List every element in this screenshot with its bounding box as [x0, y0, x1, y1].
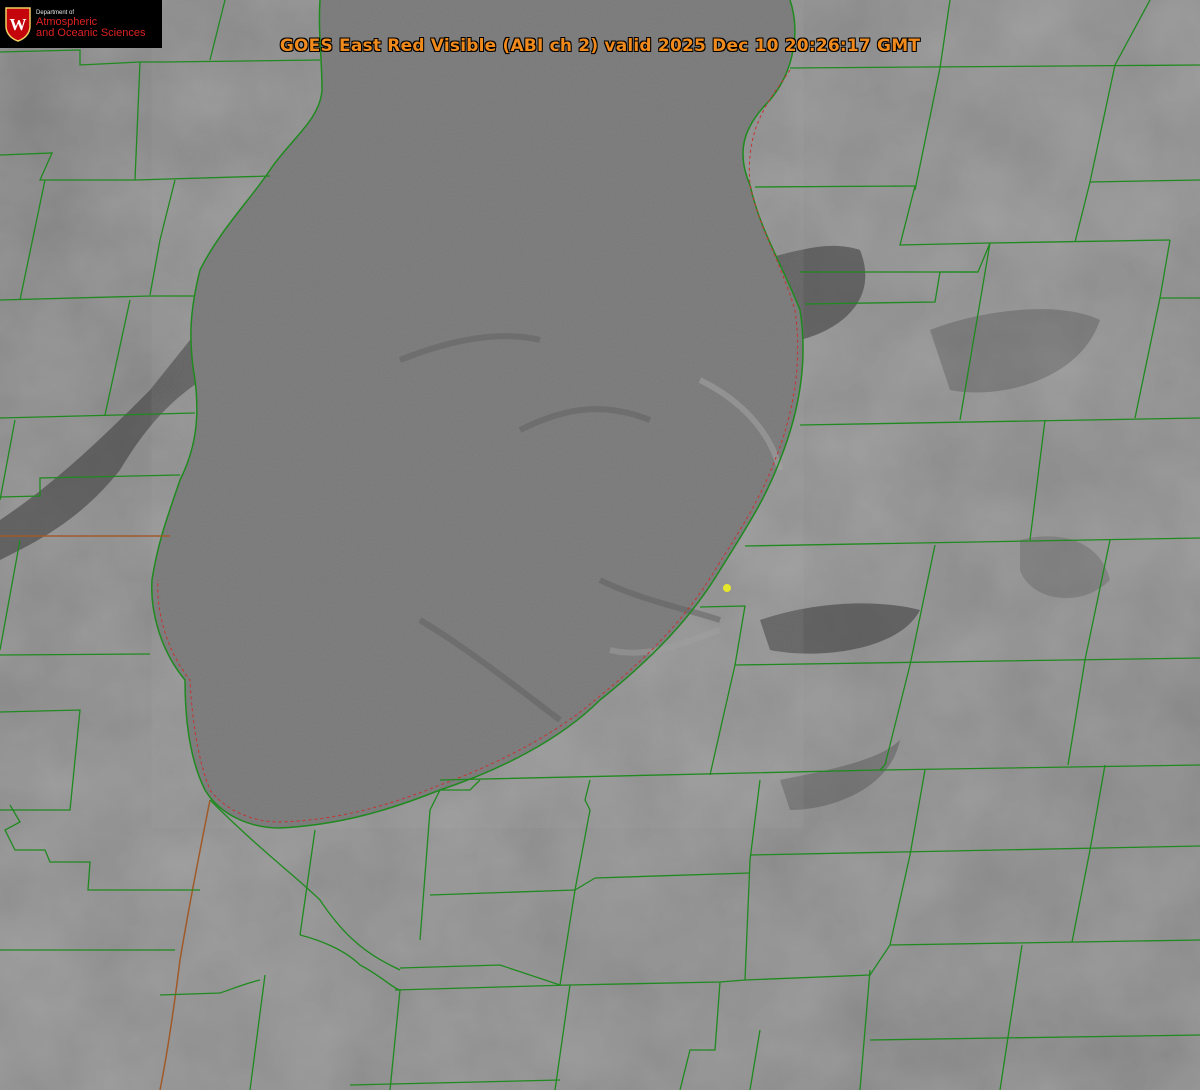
image-title: GOES East Red Visible (ABI ch 2) valid 2…: [279, 36, 921, 56]
satellite-map[interactable]: [0, 0, 1200, 1090]
crest-letter: W: [10, 15, 27, 34]
logo-atmospheric: Atmospheric: [36, 15, 98, 28]
logo-department: Department of: [36, 9, 75, 16]
location-marker[interactable]: [723, 584, 731, 592]
